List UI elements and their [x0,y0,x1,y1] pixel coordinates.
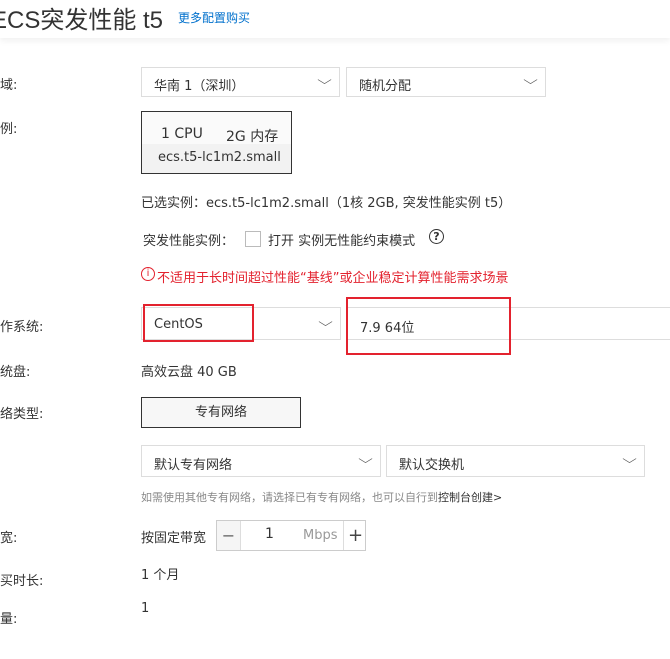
quantity-value: 1 [141,601,150,616]
burst-checkbox-label: 打开 实例无性能约束模式 [268,234,416,249]
warning-text: 不适用于长时间超过性能“基线”或企业稳定计算性能需求场景 [157,271,509,286]
minus-button[interactable]: − [217,521,241,550]
label-os: 操作系统: [0,320,44,335]
selected-instance: 已选实例：ecs.t5-lc1m2.small（1核 2GB, 突发性能实例 t… [141,196,512,211]
instance-cpu: 1 CPU [161,126,203,142]
console-create-link[interactable]: 控制台创建> [438,491,502,504]
help-icon[interactable]: ? [429,229,444,244]
label-region: 地域: [0,78,18,93]
network-type-button[interactable]: 专有网络 [141,397,301,428]
burst-checkbox[interactable] [245,231,261,247]
vpc-value: 默认专有网络 [154,458,233,473]
bandwidth-unit: Mbps [303,528,338,543]
bandwidth-input[interactable]: 1 [265,526,274,542]
instance-card[interactable]: 1 CPU 2G 内存 ecs.t5-lc1m2.small [141,111,292,174]
bandwidth-mode: 按固定带宽 [141,531,207,546]
label-duration: 购买时长: [0,574,44,589]
page-title: ECS突发性能 t5 [0,7,164,34]
disk-value: 高效云盘 40 GB [141,365,237,380]
region-select[interactable]: 华南 1（深圳） ⌵ [141,67,340,97]
chevron-down-icon: ⌵ [358,452,373,466]
label-disk: 系统盘: [0,365,31,380]
vswitch-value: 默认交换机 [399,458,465,473]
burst-label: 突发性能实例： [143,234,235,249]
region-value: 华南 1（深圳） [154,79,245,94]
label-instance: 实例: [0,122,18,137]
chevron-down-icon: ⌵ [317,73,332,87]
network-hint: 如需使用其他专有网络，请选择已有专有网络，也可以自行到 [141,491,438,504]
chevron-down-icon: ⌵ [318,315,333,329]
vpc-select[interactable]: 默认专有网络 ⌵ [141,445,381,477]
label-quantity: 数量: [0,612,18,627]
instance-mem: 2G 内存 [226,129,279,145]
highlight-box [143,304,254,342]
label-bandwidth: 带宽: [0,531,18,546]
vswitch-select[interactable]: 默认交换机 ⌵ [386,445,645,477]
duration-value: 1 个月 [141,568,180,583]
zone-select[interactable]: 随机分配 ⌵ [346,67,546,97]
chevron-down-icon: ⌵ [523,73,538,87]
warning-icon: i [141,267,155,281]
instance-type: ecs.t5-lc1m2.small [158,150,281,165]
more-config-link[interactable]: 更多配置购买 [178,9,250,26]
label-network: 网络类型: [0,407,44,422]
chevron-down-icon: ⌵ [622,452,637,466]
plus-button[interactable]: + [343,521,367,550]
zone-value: 随机分配 [359,79,412,94]
highlight-box [346,297,511,355]
bandwidth-stepper: − 1 Mbps + [216,520,366,551]
